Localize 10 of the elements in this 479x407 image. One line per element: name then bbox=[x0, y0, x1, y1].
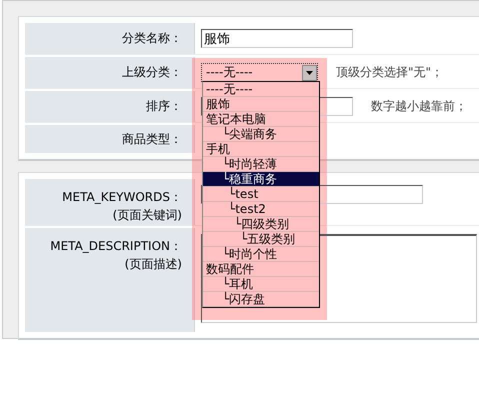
hint-text: 顶级分类选择"无"； bbox=[336, 64, 444, 81]
hint-text: 数字越小越靠前； bbox=[371, 98, 467, 115]
field-label: 上级分类： bbox=[25, 57, 195, 88]
field-label: (页面关键词) bbox=[112, 207, 182, 224]
field-label: (页面描述) bbox=[124, 256, 182, 273]
field-label: META_KEYWORDS： bbox=[62, 189, 182, 206]
field-label: 分类名称： bbox=[25, 23, 195, 54]
field-label: META_DESCRIPTION： bbox=[50, 238, 182, 255]
field-label: 商品类型： bbox=[25, 125, 195, 153]
field-label: 排序： bbox=[25, 91, 195, 122]
